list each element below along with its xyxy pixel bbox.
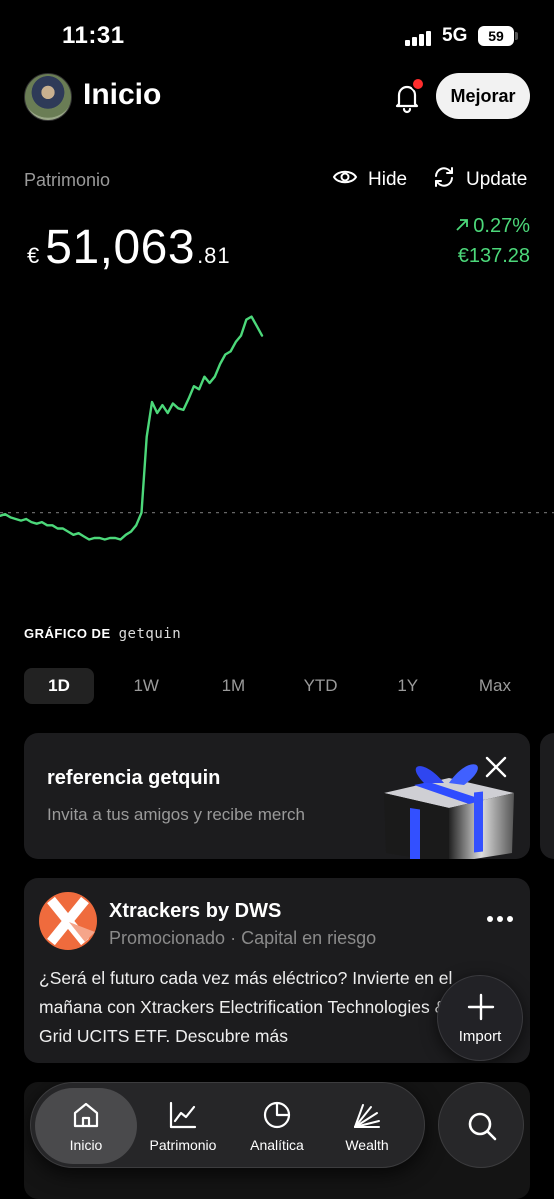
nav-item-patrimonio[interactable]: Patrimonio [137,1083,229,1169]
status-time: 11:31 [62,22,125,49]
range-1y[interactable]: 1Y [373,668,443,704]
change-amount: €137.28 [457,245,530,267]
plus-icon [467,993,495,1021]
currency-symbol: € [27,243,40,268]
nav-item-analitica[interactable]: Analítica [231,1083,323,1169]
chart-line-icon [169,1101,197,1129]
status-bar: 11:31 5G 59 [0,0,554,70]
referral-subtitle: Invita a tus amigos y recibe merch [47,805,305,824]
sponsored-meta: Promocionado · Capital en riesgo [109,928,377,948]
update-label: Update [466,169,528,190]
pie-chart-icon [263,1101,291,1129]
nav-label-inicio: Inicio [69,1137,103,1153]
hide-button[interactable]: Hide [332,166,407,194]
wealth-rays-icon [354,1104,380,1128]
search-icon [468,1112,497,1141]
bottom-navigation: Inicio Patrimonio Analítica Wealth [30,1082,425,1168]
range-1d[interactable]: 1D [24,668,94,704]
portfolio-chart[interactable] [0,300,554,600]
arrow-up-right-icon [455,215,469,238]
close-icon[interactable] [484,755,508,779]
chart-series-line [0,315,264,541]
more-options-icon[interactable] [487,916,513,924]
range-1m[interactable]: 1M [198,668,268,704]
battery-icon: 59 [478,26,514,46]
chart-brand-prefix: GRÁFICO DE [24,626,111,641]
hide-label: Hide [368,169,408,190]
upgrade-button[interactable]: Mejorar [436,73,530,119]
chart-brand-name: getquin [118,626,182,642]
xtrackers-logo [39,892,97,950]
portfolio-value: € 51,063 .81 [27,220,231,280]
eye-icon [332,167,358,193]
nav-label-patrimonio: Patrimonio [149,1137,217,1153]
nav-label-wealth: Wealth [345,1137,389,1153]
value-integer: 51,063 [45,221,196,274]
import-label: Import [458,1028,502,1045]
referral-title: referencia getquin [47,767,221,789]
search-button[interactable] [438,1082,524,1168]
nav-label-analitica: Analítica [250,1137,304,1153]
range-1w[interactable]: 1W [111,668,181,704]
range-ytd[interactable]: YTD [286,668,356,704]
signal-icon [405,30,435,46]
referral-card[interactable]: referencia getquin Invita a tus amigos y… [24,733,530,859]
chart-brand: GRÁFICO DE getquin [24,626,181,642]
home-icon [73,1102,99,1128]
next-card-peek[interactable] [540,733,554,859]
portfolio-label: Patrimonio [24,170,111,190]
battery-tip [515,32,518,40]
range-max[interactable]: Max [460,668,530,704]
time-range-selector: 1D 1W 1M YTD 1Y Max [24,668,530,704]
notification-badge [411,77,425,91]
value-decimal: .81 [197,243,231,268]
refresh-icon [432,165,456,195]
change-percent-value: 0.27% [473,215,530,237]
nav-item-inicio[interactable]: Inicio [31,1083,141,1169]
page-title: Inicio [83,78,162,111]
avatar[interactable] [24,73,72,121]
network-type: 5G [442,25,468,46]
update-button[interactable]: Update [432,166,527,194]
change-percent: 0.27% [455,215,530,238]
import-button[interactable]: Import [437,975,523,1061]
advertiser-name[interactable]: Xtrackers by DWS [109,900,281,923]
nav-item-wealth[interactable]: Wealth [321,1083,413,1169]
